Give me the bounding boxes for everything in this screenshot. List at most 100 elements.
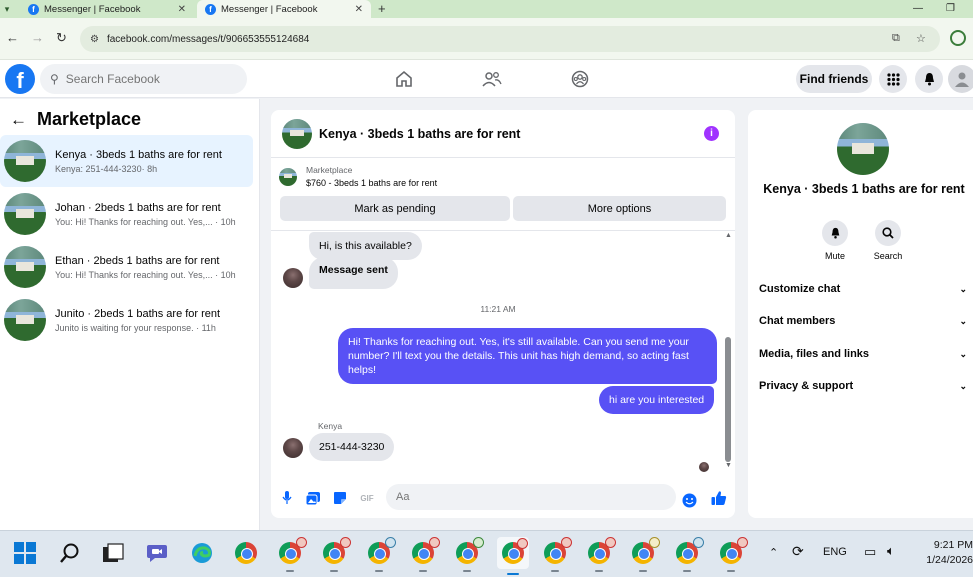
home-icon[interactable] (393, 68, 415, 90)
tab-search-icon[interactable]: ▾ (0, 0, 14, 18)
display-icon[interactable]: ▭ (864, 544, 876, 560)
tab-close-icon[interactable]: ✕ (355, 4, 363, 15)
marketplace-listing[interactable]: Marketplace $760 - 3beds 1 baths are for… (279, 165, 437, 188)
search-icon[interactable] (875, 220, 901, 246)
chrome-profile-icon[interactable] (542, 537, 572, 572)
scroll-down-icon[interactable]: ▼ (725, 462, 732, 469)
chrome-profile-icon[interactable] (718, 537, 748, 572)
tab-close-icon[interactable]: ✕ (178, 4, 186, 15)
info-icon[interactable]: i (704, 126, 719, 141)
task-view-icon[interactable] (100, 540, 126, 566)
facebook-logo-icon[interactable]: f (5, 64, 35, 94)
message-timestamp: 11:21 AM (480, 304, 516, 314)
volume-icon[interactable]: 🔈︎ (887, 543, 895, 559)
chrome-profile-icon[interactable] (630, 537, 660, 572)
emoji-icon[interactable] (681, 492, 697, 508)
message-field[interactable] (386, 484, 676, 510)
search-icon: ⚲ (50, 72, 59, 86)
info-title: Kenya · 3beds 1 baths are for rent (763, 182, 965, 196)
chevron-down-icon: ⌄ (959, 380, 967, 391)
browser-tab-2[interactable]: f Messenger | Facebook ✕ (197, 0, 371, 18)
chat-title[interactable]: Kenya · 3beds 1 baths are for rent (319, 127, 520, 141)
chat-members-section[interactable]: Chat members ⌄ (759, 309, 971, 333)
chat-app-icon[interactable] (144, 540, 170, 566)
new-tab-plus-icon[interactable]: + (378, 0, 386, 18)
reload-icon[interactable]: ↻ (56, 30, 67, 46)
chrome-profile-icon[interactable] (454, 537, 484, 572)
browser-profile-icon[interactable] (950, 30, 966, 46)
forward-arrow-icon[interactable]: → (31, 30, 44, 45)
more-options-button[interactable]: More options (513, 196, 726, 221)
browser-tab-bar: ▾ f Messenger | Facebook ✕ f Messenger |… (0, 0, 973, 18)
conversation-preview: You: Hi! Thanks for reaching out. Yes,..… (55, 216, 236, 227)
listing-thumbnail[interactable] (837, 123, 889, 175)
message-input[interactable] (396, 491, 656, 503)
minimize-icon[interactable]: — (913, 0, 923, 18)
scrollbar-thumb[interactable] (725, 337, 731, 462)
facebook-search-box[interactable]: ⚲ (40, 64, 247, 94)
chrome-icon[interactable] (233, 540, 259, 566)
menu-grid-icon[interactable] (879, 65, 907, 93)
chat-header: Kenya · 3beds 1 baths are for rent i (271, 110, 735, 158)
listing-thumbnail (4, 246, 46, 288)
facebook-top-nav: f ⚲ Find friends (0, 60, 973, 98)
photo-icon[interactable] (305, 490, 321, 506)
back-arrow-icon[interactable]: ← (10, 110, 27, 130)
chat-scrollbar[interactable]: ▲ ▼ (725, 232, 732, 472)
edge-browser-icon[interactable] (189, 540, 215, 566)
site-info-icon[interactable]: ⚙ (90, 34, 99, 45)
mark-as-pending-button[interactable]: Mark as pending (280, 196, 510, 221)
chrome-profile-icon[interactable] (277, 537, 307, 572)
mute-action[interactable]: Mute (805, 220, 865, 261)
account-avatar[interactable] (948, 65, 973, 93)
chrome-profile-icon[interactable] (321, 537, 351, 572)
notifications-bell-icon[interactable] (915, 65, 943, 93)
sender-avatar[interactable] (283, 438, 303, 458)
groups-icon[interactable] (569, 68, 591, 90)
conversation-item[interactable]: Kenya · 3beds 1 baths are for rent Kenya… (0, 135, 253, 187)
system-clock[interactable]: 9:21 PM 1/24/2026 (916, 538, 973, 568)
sticker-icon[interactable] (332, 490, 348, 506)
conversation-item[interactable]: Junito · 2beds 1 baths are for rent Juni… (0, 294, 253, 346)
sender-avatar[interactable] (283, 268, 303, 288)
privacy-support-section[interactable]: Privacy & support ⌄ (759, 374, 971, 398)
bookmark-star-icon[interactable]: ☆ (916, 32, 926, 45)
listing-thumbnail (4, 140, 46, 182)
chrome-profile-icon[interactable] (586, 537, 616, 572)
language-indicator[interactable]: ENG (823, 546, 847, 558)
chrome-profile-icon-active[interactable] (497, 537, 529, 575)
incoming-message: Hi, is this available? (309, 232, 422, 260)
message-thread: Hi, is this available? Message sent 11:2… (271, 230, 735, 475)
network-sync-icon[interactable]: ⟳ (792, 543, 804, 560)
media-files-links-section[interactable]: Media, files and links ⌄ (759, 342, 971, 366)
browser-tab-1[interactable]: f Messenger | Facebook ✕ (20, 0, 194, 18)
chrome-profile-icon[interactable] (674, 537, 704, 572)
conversation-item[interactable]: Ethan · 2beds 1 baths are for rent You: … (0, 241, 253, 293)
conversation-item[interactable]: Johan · 2beds 1 baths are for rent You: … (0, 188, 253, 240)
panel-header: ← Marketplace (10, 109, 141, 130)
microphone-icon[interactable] (279, 490, 295, 506)
windows-start-icon[interactable] (12, 540, 38, 566)
chrome-profile-icon[interactable] (366, 537, 396, 572)
back-arrow-icon[interactable]: ← (6, 30, 19, 45)
gif-icon[interactable]: GIF (359, 490, 375, 506)
chrome-profile-icon[interactable] (410, 537, 440, 572)
restore-icon[interactable]: ❐ (946, 0, 955, 18)
address-bar-row: ← → ↻ ⚙ facebook.com/messages/t/90665355… (0, 18, 973, 60)
bell-icon[interactable] (822, 220, 848, 246)
find-friends-button[interactable]: Find friends (796, 65, 872, 93)
chevron-down-icon: ⌄ (959, 315, 967, 326)
taskbar-search-icon[interactable] (57, 540, 83, 566)
thumbs-up-icon[interactable] (711, 490, 727, 506)
cast-icon[interactable]: ⧉ (892, 32, 900, 45)
outgoing-message: Hi! Thanks for reaching out. Yes, it's s… (338, 328, 717, 384)
url-field[interactable]: ⚙ facebook.com/messages/t/90665355512468… (80, 26, 940, 52)
conversation-preview: Kenya: 251-444-3230· 8h (55, 163, 158, 174)
search-action[interactable]: Search (858, 220, 918, 261)
scroll-up-icon[interactable]: ▲ (725, 232, 732, 239)
facebook-search-input[interactable] (65, 72, 226, 86)
listing-thumbnail[interactable] (282, 118, 312, 149)
customize-chat-section[interactable]: Customize chat ⌄ (759, 277, 971, 301)
friends-icon[interactable] (481, 68, 503, 90)
tray-chevron-up-icon[interactable]: ⌃ (769, 546, 778, 559)
